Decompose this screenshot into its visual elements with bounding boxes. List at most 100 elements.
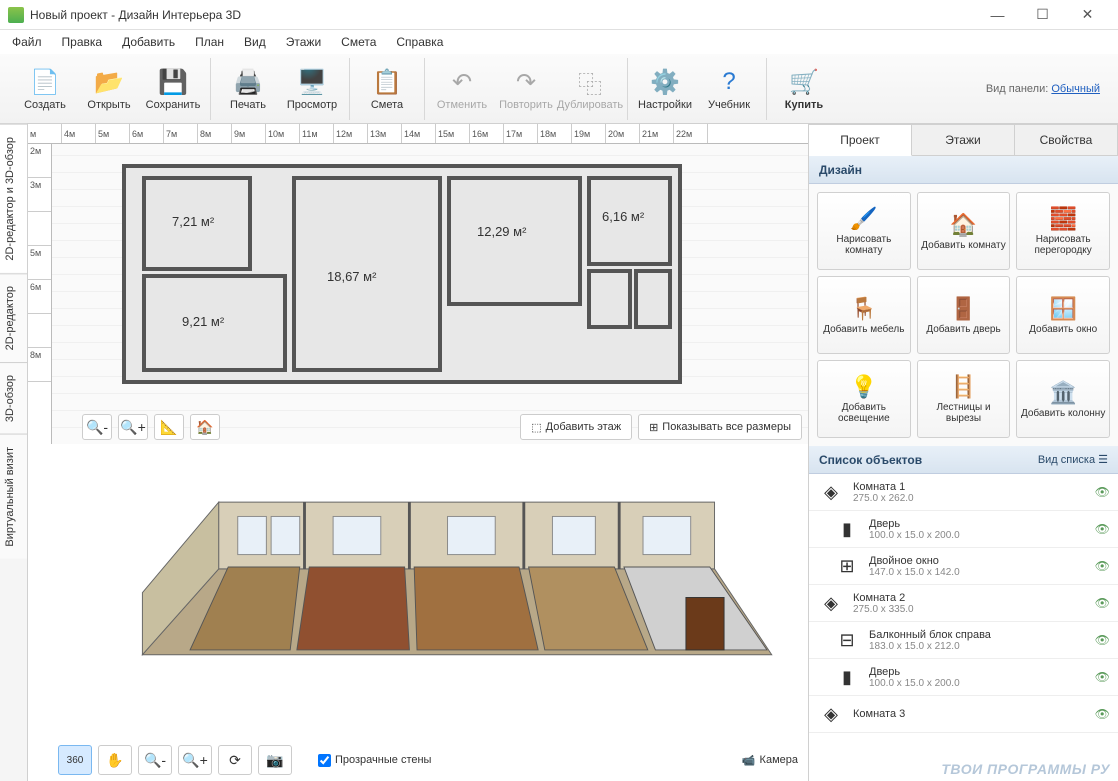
- undo-button[interactable]: ↶Отменить: [431, 60, 493, 118]
- panel-mode-link[interactable]: Обычный: [1051, 83, 1100, 95]
- room-area-2: 18,67 м²: [327, 269, 376, 284]
- object-icon: ▮: [833, 515, 861, 543]
- redo-button[interactable]: ↷Повторить: [495, 60, 557, 118]
- menu-file[interactable]: Файл: [4, 33, 50, 51]
- zoom-in-3d-button[interactable]: 🔍+: [178, 745, 212, 775]
- menu-view[interactable]: Вид: [236, 33, 274, 51]
- menu-floors[interactable]: Этажи: [278, 33, 329, 51]
- camera-button[interactable]: 📹Камера: [742, 754, 798, 767]
- pan-button[interactable]: ✋: [98, 745, 132, 775]
- redo-icon: ↷: [510, 66, 542, 98]
- tool-card-6[interactable]: 💡Добавить освещение: [817, 360, 911, 438]
- menu-help[interactable]: Справка: [388, 33, 451, 51]
- cart-icon: 🛒: [788, 66, 820, 98]
- print-button[interactable]: 🖨️Печать: [217, 60, 279, 118]
- view-3d-canvas[interactable]: 360 ✋ 🔍- 🔍+ ⟳ 📷 Прозрачные стены 📹Камера: [28, 444, 808, 781]
- object-icon: ⊞: [833, 552, 861, 580]
- objects-header: Список объектов Вид списка ☰: [809, 446, 1118, 474]
- show-sizes-button[interactable]: ⊞Показывать все размеры: [638, 414, 802, 440]
- zoom-in-button[interactable]: 🔍+: [118, 414, 148, 440]
- visibility-icon[interactable]: 👁: [1095, 485, 1110, 499]
- measure-button[interactable]: 📐: [154, 414, 184, 440]
- settings-button[interactable]: ⚙️Настройки: [634, 60, 696, 118]
- save-button[interactable]: 💾Сохранить: [142, 60, 204, 118]
- room-area-3: 12,29 м²: [477, 224, 526, 239]
- tool-card-1[interactable]: 🏠Добавить комнату: [917, 192, 1011, 270]
- tool-icon: 🪑: [850, 296, 877, 322]
- minimize-button[interactable]: —: [975, 1, 1020, 29]
- list-mode-icon[interactable]: ☰: [1098, 454, 1108, 466]
- menu-plan[interactable]: План: [187, 33, 232, 51]
- tool-card-5[interactable]: 🪟Добавить окно: [1016, 276, 1110, 354]
- object-item[interactable]: ▮Дверь100.0 x 15.0 x 200.0👁: [809, 511, 1118, 548]
- menu-estimate[interactable]: Смета: [333, 33, 384, 51]
- object-item[interactable]: ◈Комната 1275.0 x 262.0👁: [809, 474, 1118, 511]
- monitor-icon: 🖥️: [296, 66, 328, 98]
- visibility-icon[interactable]: 👁: [1095, 670, 1110, 684]
- ruler-horizontal: м4м5м6м7м8м9м10м11м12м13м14м15м16м17м18м…: [28, 124, 808, 144]
- visibility-icon[interactable]: 👁: [1095, 559, 1110, 573]
- duplicate-button[interactable]: ⿻Дублировать: [559, 60, 621, 118]
- app-icon: [8, 7, 24, 23]
- layers-icon: ⬚: [531, 421, 541, 434]
- visibility-icon[interactable]: 👁: [1095, 633, 1110, 647]
- maximize-button[interactable]: ☐: [1020, 1, 1065, 29]
- object-icon: ◈: [817, 700, 845, 728]
- tool-card-8[interactable]: 🏛️Добавить колонну: [1016, 360, 1110, 438]
- object-icon: ⊟: [833, 626, 861, 654]
- object-icon: ▮: [833, 663, 861, 691]
- visibility-icon[interactable]: 👁: [1095, 522, 1110, 536]
- tool-icon: 🪜: [950, 374, 977, 400]
- screenshot-button[interactable]: 📷: [258, 745, 292, 775]
- camera-icon: 📹: [742, 754, 756, 767]
- tool-card-3[interactable]: 🪑Добавить мебель: [817, 276, 911, 354]
- tool-icon: 🚪: [950, 296, 977, 322]
- object-item[interactable]: ▮Дверь100.0 x 15.0 x 200.0👁: [809, 659, 1118, 696]
- object-item[interactable]: ⊞Двойное окно147.0 x 15.0 x 142.0👁: [809, 548, 1118, 585]
- tab-virtual[interactable]: Виртуальный визит: [0, 434, 27, 559]
- gear-icon: ⚙️: [649, 66, 681, 98]
- visibility-icon[interactable]: 👁: [1095, 707, 1110, 721]
- tutorial-button[interactable]: ?Учебник: [698, 60, 760, 118]
- tool-card-2[interactable]: 🧱Нарисовать перегородку: [1016, 192, 1110, 270]
- estimate-button[interactable]: 📋Смета: [356, 60, 418, 118]
- open-button[interactable]: 📂Открыть: [78, 60, 140, 118]
- help-icon: ?: [713, 66, 745, 98]
- room-area-5: 9,21 м²: [182, 314, 224, 329]
- add-floor-button[interactable]: ⬚Добавить этаж: [520, 414, 632, 440]
- object-item[interactable]: ◈Комната 2275.0 x 335.0👁: [809, 585, 1118, 622]
- transparent-walls-checkbox[interactable]: Прозрачные стены: [318, 754, 431, 767]
- zoom-out-button[interactable]: 🔍-: [82, 414, 112, 440]
- tool-icon: 🧱: [1049, 206, 1076, 232]
- home-button[interactable]: 🏠: [190, 414, 220, 440]
- clipboard-icon: 📋: [371, 66, 403, 98]
- rotate-360-button[interactable]: 360: [58, 745, 92, 775]
- menu-add[interactable]: Добавить: [114, 33, 183, 51]
- new-button[interactable]: 📄Создать: [14, 60, 76, 118]
- plan-2d-canvas[interactable]: 7,21 м² 9,21 м² 18,67 м² 12,29 м² 6,16 м…: [52, 144, 808, 444]
- object-icon: ◈: [817, 478, 845, 506]
- buy-button[interactable]: 🛒Купить: [773, 60, 835, 118]
- room-area-4: 6,16 м²: [602, 209, 644, 224]
- tab-2d-3d[interactable]: 2D-редактор и 3D-обзор: [0, 124, 27, 273]
- tab-2d[interactable]: 2D-редактор: [0, 273, 27, 362]
- object-item[interactable]: ◈Комната 3👁: [809, 696, 1118, 733]
- room-area-1: 7,21 м²: [172, 214, 214, 229]
- tool-icon: 🪟: [1049, 296, 1076, 322]
- menu-edit[interactable]: Правка: [54, 33, 111, 51]
- tool-card-4[interactable]: 🚪Добавить дверь: [917, 276, 1011, 354]
- save-icon: 💾: [157, 66, 189, 98]
- tab-floors[interactable]: Этажи: [912, 124, 1015, 156]
- tab-properties[interactable]: Свойства: [1015, 124, 1118, 156]
- close-button[interactable]: ✕: [1065, 1, 1110, 29]
- preview-button[interactable]: 🖥️Просмотр: [281, 60, 343, 118]
- zoom-out-3d-button[interactable]: 🔍-: [138, 745, 172, 775]
- object-item[interactable]: ⊟Балконный блок справа183.0 x 15.0 x 212…: [809, 622, 1118, 659]
- tool-card-7[interactable]: 🪜Лестницы и вырезы: [917, 360, 1011, 438]
- window-title: Новый проект - Дизайн Интерьера 3D: [30, 8, 975, 22]
- reset-view-button[interactable]: ⟳: [218, 745, 252, 775]
- tab-3d[interactable]: 3D-обзор: [0, 362, 27, 434]
- visibility-icon[interactable]: 👁: [1095, 596, 1110, 610]
- tool-card-0[interactable]: 🖌️Нарисовать комнату: [817, 192, 911, 270]
- tab-project[interactable]: Проект: [809, 124, 912, 156]
